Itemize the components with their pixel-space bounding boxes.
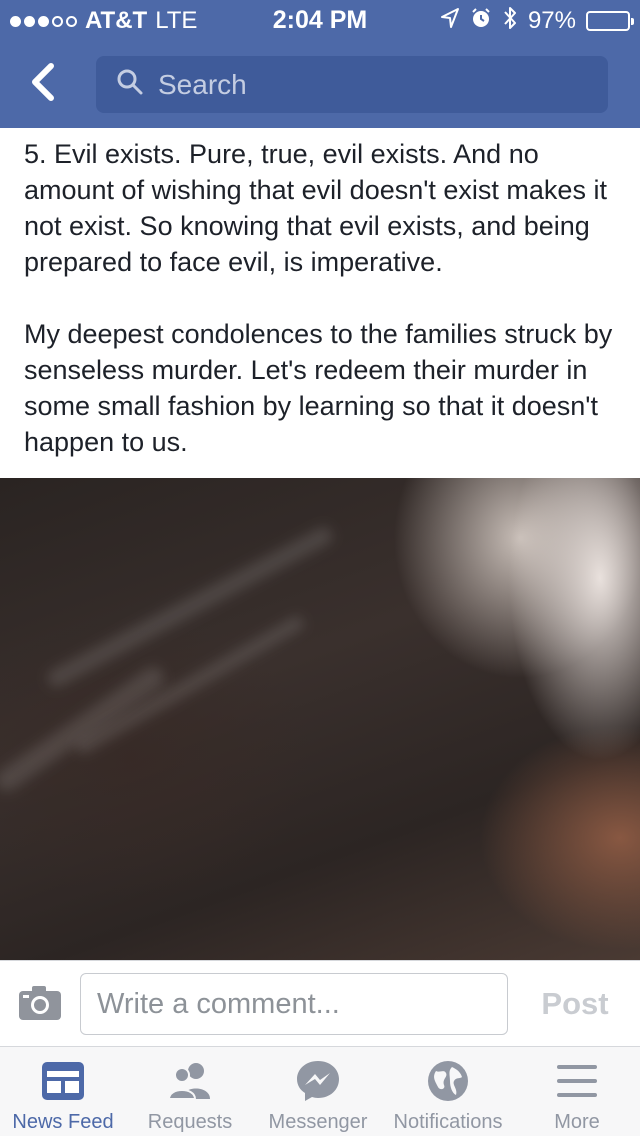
search-bar[interactable] — [96, 56, 608, 113]
camera-icon — [18, 986, 62, 1025]
hamburger-menu-icon — [555, 1059, 599, 1103]
tab-requests[interactable]: Requests — [126, 1047, 254, 1136]
tab-more[interactable]: More — [514, 1047, 640, 1136]
tab-label: Requests — [147, 1111, 233, 1133]
camera-button[interactable] — [18, 985, 62, 1021]
tab-news-feed[interactable]: News Feed — [0, 1047, 126, 1136]
messenger-icon — [295, 1059, 341, 1103]
bluetooth-icon — [502, 5, 518, 38]
battery-percent: 97% — [527, 7, 576, 34]
video-blur-streak — [73, 613, 307, 757]
chevron-left-icon — [27, 62, 57, 107]
video-blur-streak — [0, 662, 169, 796]
comment-input[interactable] — [80, 973, 508, 1035]
status-right: 97% — [440, 5, 634, 38]
post-comment-button[interactable]: Post — [522, 983, 628, 1025]
tab-messenger[interactable]: Messenger — [254, 1047, 382, 1136]
post-video[interactable] — [0, 478, 640, 960]
tab-bar: News Feed Requests Messenger Notificatio… — [0, 1046, 640, 1136]
app-screen: AT&T LTE 2:04 PM 97% Search 5. Evil exis… — [0, 0, 640, 1136]
tab-label: Messenger — [268, 1111, 368, 1133]
search-input[interactable] — [158, 68, 578, 101]
location-arrow-icon — [440, 7, 460, 36]
post-paragraph: My deepest condolences to the families s… — [24, 319, 613, 457]
navigation-bar — [0, 40, 640, 128]
friend-requests-icon — [165, 1059, 215, 1103]
comment-composer: Post — [0, 960, 640, 1046]
status-bar: AT&T LTE 2:04 PM 97% — [0, 0, 640, 40]
header: AT&T LTE 2:04 PM 97% — [0, 0, 640, 128]
tab-label: Notifications — [393, 1111, 503, 1133]
battery-icon — [586, 11, 634, 31]
alarm-clock-icon — [470, 7, 492, 36]
post-paragraph: 5. Evil exists. Pure, true, evil exists.… — [24, 139, 607, 277]
back-button[interactable] — [18, 60, 66, 108]
tab-notifications[interactable]: Notifications — [382, 1047, 514, 1136]
search-icon — [116, 68, 144, 101]
tab-label: More — [554, 1111, 600, 1133]
video-blur-streak — [44, 523, 336, 691]
news-feed-icon — [41, 1059, 85, 1103]
post-body-text: 5. Evil exists. Pure, true, evil exists.… — [24, 136, 620, 460]
tab-label: News Feed — [12, 1111, 114, 1133]
globe-icon — [426, 1059, 470, 1103]
